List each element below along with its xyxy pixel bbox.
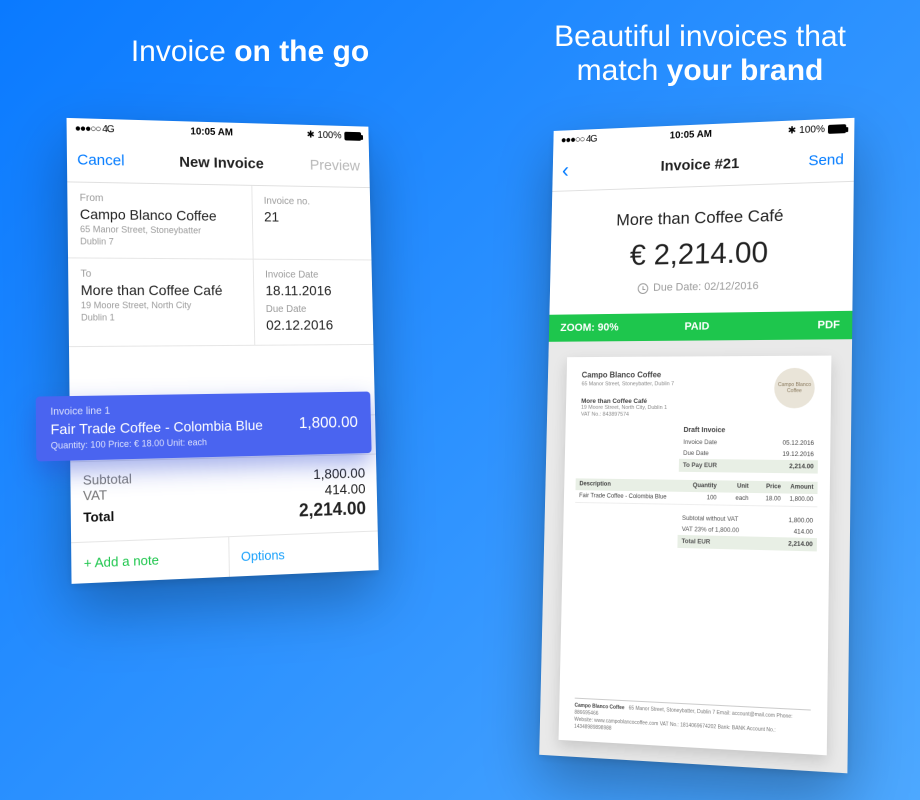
row-quantity: 100 — [685, 495, 717, 502]
invoice-summary: More than Coffee Café € 2,214.00 Due Dat… — [549, 182, 853, 315]
navbar: Cancel New Invoice Preview — [67, 138, 370, 188]
col-amount: Amount — [781, 485, 814, 492]
back-button[interactable]: ‹ — [562, 157, 619, 180]
status-toolbar: ZOOM: 90% PAID PDF — [549, 311, 853, 342]
due-date-text: Due Date: 02/12/2016 — [653, 280, 759, 294]
pdf-button[interactable]: PDF — [744, 319, 853, 332]
from-name: Campo Blanco Coffee — [80, 206, 240, 224]
bluetooth-icon: ✱ — [788, 125, 797, 136]
col-quantity: Quantity — [685, 483, 717, 489]
invoice-date-label: Invoice Date — [265, 270, 361, 281]
col-price: Price — [749, 484, 781, 491]
paper-to-vat: VAT No.: 843897574 — [581, 412, 815, 420]
due-date-label: Due Date — [266, 304, 362, 315]
from-cell[interactable]: From Campo Blanco Coffee 65 Manor Street… — [67, 182, 253, 260]
headline-right-bold: your brand — [667, 54, 824, 87]
line-item-name: Fair Trade Coffee - Colombia Blue — [50, 416, 299, 437]
add-note-button[interactable]: + Add a note — [71, 538, 228, 585]
footer-line2: Website: www.campoblancocoffee.com VAT N… — [574, 717, 776, 734]
to-label: To — [80, 269, 241, 281]
paper-vat-value: 414.00 — [794, 529, 813, 537]
invoice-line-card[interactable]: Invoice line 1 Fair Trade Coffee - Colom… — [36, 392, 372, 462]
nav-title: Invoice #21 — [618, 153, 783, 176]
headline-right: Beautiful invoices that match your brand — [510, 20, 890, 88]
vat-value: 414.00 — [298, 481, 365, 499]
row-amount: 1,800.00 — [781, 497, 814, 504]
paper-duedate-value: 19.12.2016 — [782, 451, 814, 458]
paid-status: PAID — [651, 320, 744, 333]
phone-invoice-preview: ●●●○○ 4G 10:05 AM ✱ 100% ‹ Invoice #21 S… — [539, 118, 854, 773]
col-unit: Unit — [717, 484, 749, 491]
cancel-button[interactable]: Cancel — [77, 151, 138, 169]
line-item-meta: Quantity: 100 Price: € 18.00 Unit: each — [51, 435, 300, 451]
row-description: Fair Trade Coffee - Colombia Blue — [579, 494, 685, 502]
invoice-date-value: 18.11.2016 — [265, 283, 361, 299]
paper-heading: Draft Invoice — [683, 427, 814, 435]
paper-vat-label: VAT 23% of 1,800.00 — [682, 526, 794, 536]
options-button[interactable]: Options — [228, 532, 379, 577]
carrier-signal: ●●●○○ 4G — [561, 133, 597, 145]
paper-invdate-value: 05.12.2016 — [783, 440, 815, 447]
paper-sub-value: 1,800.00 — [788, 517, 813, 525]
zoom-control[interactable]: ZOOM: 90% — [549, 321, 651, 334]
invoice-amount: € 2,214.00 — [560, 234, 843, 274]
invoice-number-value: 21 — [264, 209, 360, 226]
nav-title: New Invoice — [138, 153, 304, 173]
send-button[interactable]: Send — [783, 151, 844, 170]
invoice-number-label: Invoice no. — [264, 196, 359, 208]
headline-left: Invoice on the go — [60, 35, 440, 69]
from-label: From — [80, 193, 240, 207]
paper-topay-label: To Pay EUR — [683, 462, 789, 470]
from-addr2: Dublin 7 — [80, 236, 240, 249]
to-addr2: Dublin 1 — [81, 312, 242, 324]
headline-left-pre: Invoice — [131, 35, 234, 68]
carrier-signal: ●●●○○ 4G — [75, 123, 114, 135]
totals-block: Subtotal VAT Total 1,800.00 414.00 2,214… — [70, 455, 378, 544]
preview-button[interactable]: Preview — [303, 157, 360, 175]
row-price: 18.00 — [748, 496, 780, 503]
paper-duedate-label: Due Date — [683, 450, 782, 458]
clock-time: 10:05 AM — [114, 124, 307, 140]
client-name: More than Coffee Café — [561, 204, 844, 232]
col-description: Description — [579, 482, 685, 490]
battery-icon — [344, 131, 361, 140]
paper-viewport[interactable]: Campo Blanco Coffee Campo Blanco Coffee … — [539, 339, 852, 773]
paper-invdate-label: Invoice Date — [683, 439, 782, 447]
clock-icon — [638, 283, 649, 294]
battery-indicator: ✱ 100% — [788, 123, 847, 136]
paper-table-row: Fair Trade Coffee - Colombia Blue 100 ea… — [575, 491, 817, 508]
to-addr1: 19 Moore Street, North City — [81, 301, 242, 313]
headline-left-bold: on the go — [234, 35, 369, 68]
paper-topay-value: 2,214.00 — [789, 463, 814, 470]
row-unit: each — [717, 496, 749, 503]
battery-icon — [828, 124, 846, 134]
battery-percentage: 100% — [799, 124, 825, 136]
paper-sub-label: Subtotal without VAT — [682, 515, 789, 524]
to-cell[interactable]: To More than Coffee Café 19 Moore Street… — [68, 259, 255, 348]
bluetooth-icon: ✱ — [307, 129, 315, 140]
paper-total-value: 2,214.00 — [788, 541, 813, 549]
dates-cell[interactable]: Invoice Date 18.11.2016 Due Date 02.12.2… — [253, 260, 373, 346]
to-name: More than Coffee Café — [81, 282, 242, 298]
chevron-left-icon: ‹ — [562, 157, 569, 181]
phone-new-invoice: ●●●○○ 4G 10:05 AM ✱ 100% Cancel New Invo… — [67, 118, 379, 584]
paper-total-label: Total EUR — [681, 538, 788, 548]
invoice-number-cell[interactable]: Invoice no. 21 — [252, 186, 372, 261]
paper-footer: Campo Blanco Coffee 65 Manor Street, Sto… — [574, 698, 811, 744]
invoice-paper: Campo Blanco Coffee Campo Blanco Coffee … — [559, 356, 832, 756]
battery-indicator: ✱ 100% — [307, 129, 362, 141]
line-item-amount: 1,800.00 — [299, 414, 358, 433]
total-value: 2,214.00 — [299, 499, 366, 522]
total-label: Total — [83, 503, 299, 526]
due-date-value: 02.12.2016 — [266, 317, 362, 333]
line-index-label: Invoice line 1 — [50, 402, 298, 417]
battery-percentage: 100% — [317, 130, 341, 141]
